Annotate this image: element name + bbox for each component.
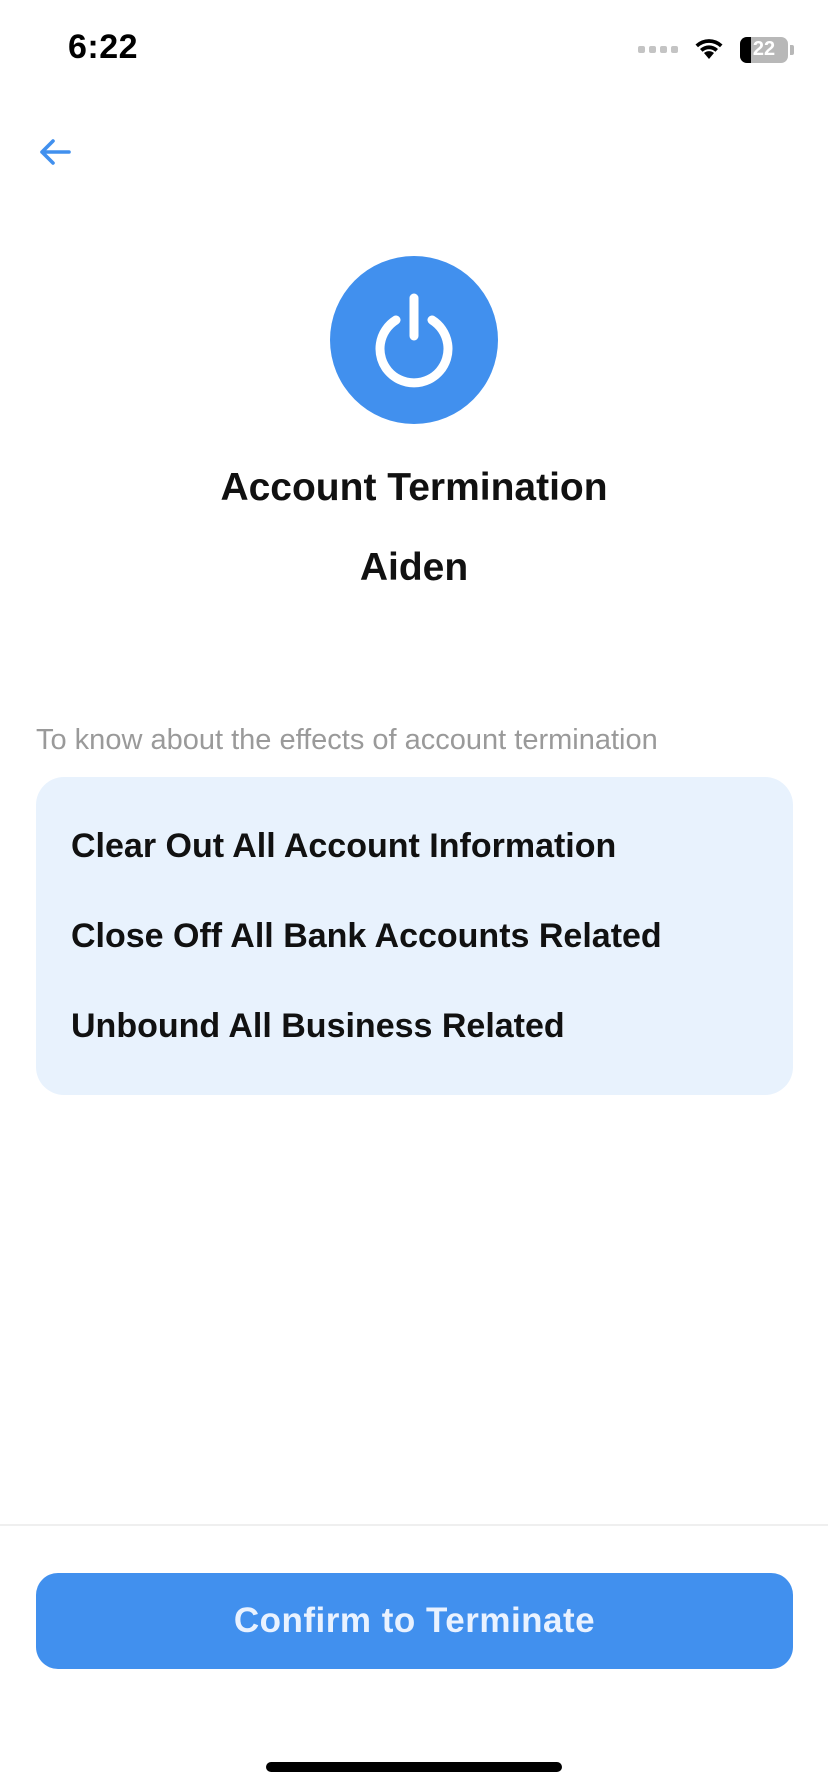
arrow-left-icon xyxy=(40,139,71,165)
footer-divider xyxy=(0,1524,828,1526)
wifi-icon xyxy=(692,34,726,65)
battery-cap xyxy=(790,44,794,55)
status-icons: 22 xyxy=(638,34,794,65)
battery-level: 22 xyxy=(752,38,776,60)
status-time: 6:22 xyxy=(68,28,139,66)
effects-item-unbind-business: Unbound All Business Related xyxy=(71,1007,565,1045)
home-indicator xyxy=(266,1762,562,1772)
effects-item-close-bank-accounts: Close Off All Bank Accounts Related xyxy=(71,917,662,955)
status-bar: 6:22 22 xyxy=(0,0,828,100)
confirm-terminate-button[interactable]: Confirm to Terminate xyxy=(36,1573,793,1669)
battery-icon: 22 xyxy=(740,36,788,63)
back-button[interactable] xyxy=(30,130,80,174)
account-username: Aiden xyxy=(359,546,469,589)
power-icon xyxy=(330,256,498,424)
effects-label: To know about the effects of account ter… xyxy=(36,724,658,756)
effects-card: Clear Out All Account Information Close … xyxy=(36,777,793,1095)
page-title: Account Termination xyxy=(220,466,608,509)
effects-item-clear-info: Clear Out All Account Information xyxy=(71,827,617,865)
cellular-signal-icon xyxy=(638,46,678,53)
